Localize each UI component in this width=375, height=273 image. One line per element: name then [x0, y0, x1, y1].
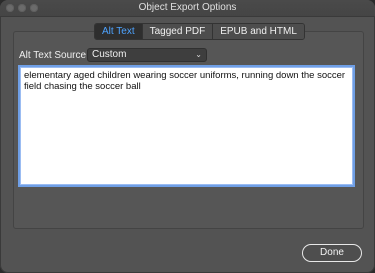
- title-bar: Object Export Options: [0, 0, 375, 17]
- tab-alt-text[interactable]: Alt Text: [95, 24, 143, 39]
- tab-bar: Alt Text Tagged PDF EPUB and HTML: [94, 23, 305, 40]
- tab-tagged-pdf[interactable]: Tagged PDF: [142, 24, 214, 39]
- tab-epub-and-html[interactable]: EPUB and HTML: [213, 24, 304, 39]
- window-title: Object Export Options: [138, 2, 237, 13]
- alt-text-source-label: Alt Text Source:: [19, 50, 89, 61]
- alt-text-source-value: Custom: [92, 49, 127, 60]
- chevron-down-icon: ⌄: [195, 50, 202, 59]
- done-button[interactable]: Done: [302, 244, 362, 262]
- alt-text-textarea[interactable]: elementary aged children wearing soccer …: [20, 67, 353, 185]
- alt-text-source-select[interactable]: Custom ⌄: [87, 48, 207, 62]
- object-export-options-dialog: Object Export Options Alt Text Tagged PD…: [0, 0, 375, 273]
